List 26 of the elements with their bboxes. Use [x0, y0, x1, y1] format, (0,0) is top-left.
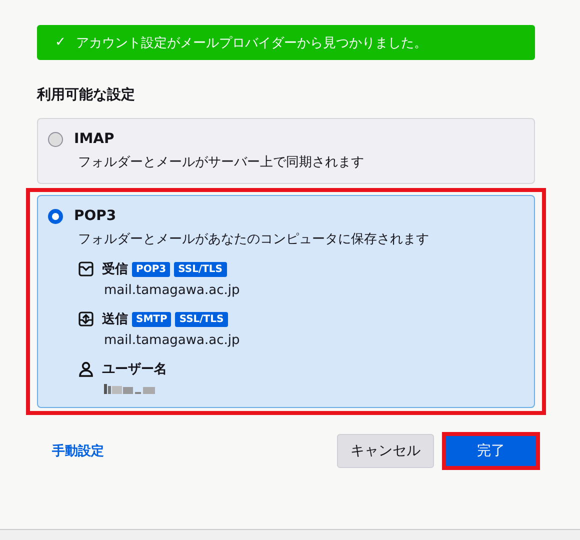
option-card[interactable]: POP3 フォルダーとメールがあなたのコンピュータに保存されます 受信 POP3 SSL/TLS mail.tamagawa.ac.jp 送信 SMTP SSL/TLS mail.tamagawa.ac.jp ユーザー名 — [37, 195, 535, 408]
option-description: フォルダーとメールがサーバー上で同期されます — [78, 154, 365, 171]
banner-text: アカウント設定がメールプロバイダーから見つかりました。 — [76, 34, 427, 52]
cancel-button[interactable]: キャンセル — [337, 434, 434, 468]
radio-button[interactable] — [48, 132, 63, 146]
section-heading: 利用可能な設定 — [37, 86, 136, 104]
server-host: mail.tamagawa.ac.jp — [104, 283, 241, 298]
server-host: mail.tamagawa.ac.jp — [104, 333, 241, 348]
protocol-tag: POP3 — [132, 262, 170, 276]
protocol-tag: SMTP — [132, 312, 172, 326]
protocol-tag: SSL/TLS — [174, 262, 226, 276]
server-label: 受信 — [102, 260, 128, 278]
manual-setup-link[interactable]: 手動設定 — [52, 442, 104, 460]
protocol-tag: SSL/TLS — [175, 312, 228, 326]
server-label: 送信 — [102, 311, 128, 328]
option-card[interactable]: IMAP フォルダーとメールがサーバー上で同期されます — [37, 118, 535, 184]
server-label: ユーザー名 — [102, 361, 167, 378]
option-description: フォルダーとメールがあなたのコンピュータに保存されます — [78, 231, 430, 248]
inbox-icon — [78, 261, 94, 277]
radio-button[interactable] — [48, 208, 63, 224]
user-icon — [78, 361, 94, 377]
done-button[interactable]: 完了 — [446, 436, 536, 466]
option-name: POP3 — [74, 208, 116, 224]
check-icon: ✓ — [55, 35, 66, 50]
option-name: IMAP — [74, 131, 114, 147]
outbox-icon — [78, 311, 94, 327]
